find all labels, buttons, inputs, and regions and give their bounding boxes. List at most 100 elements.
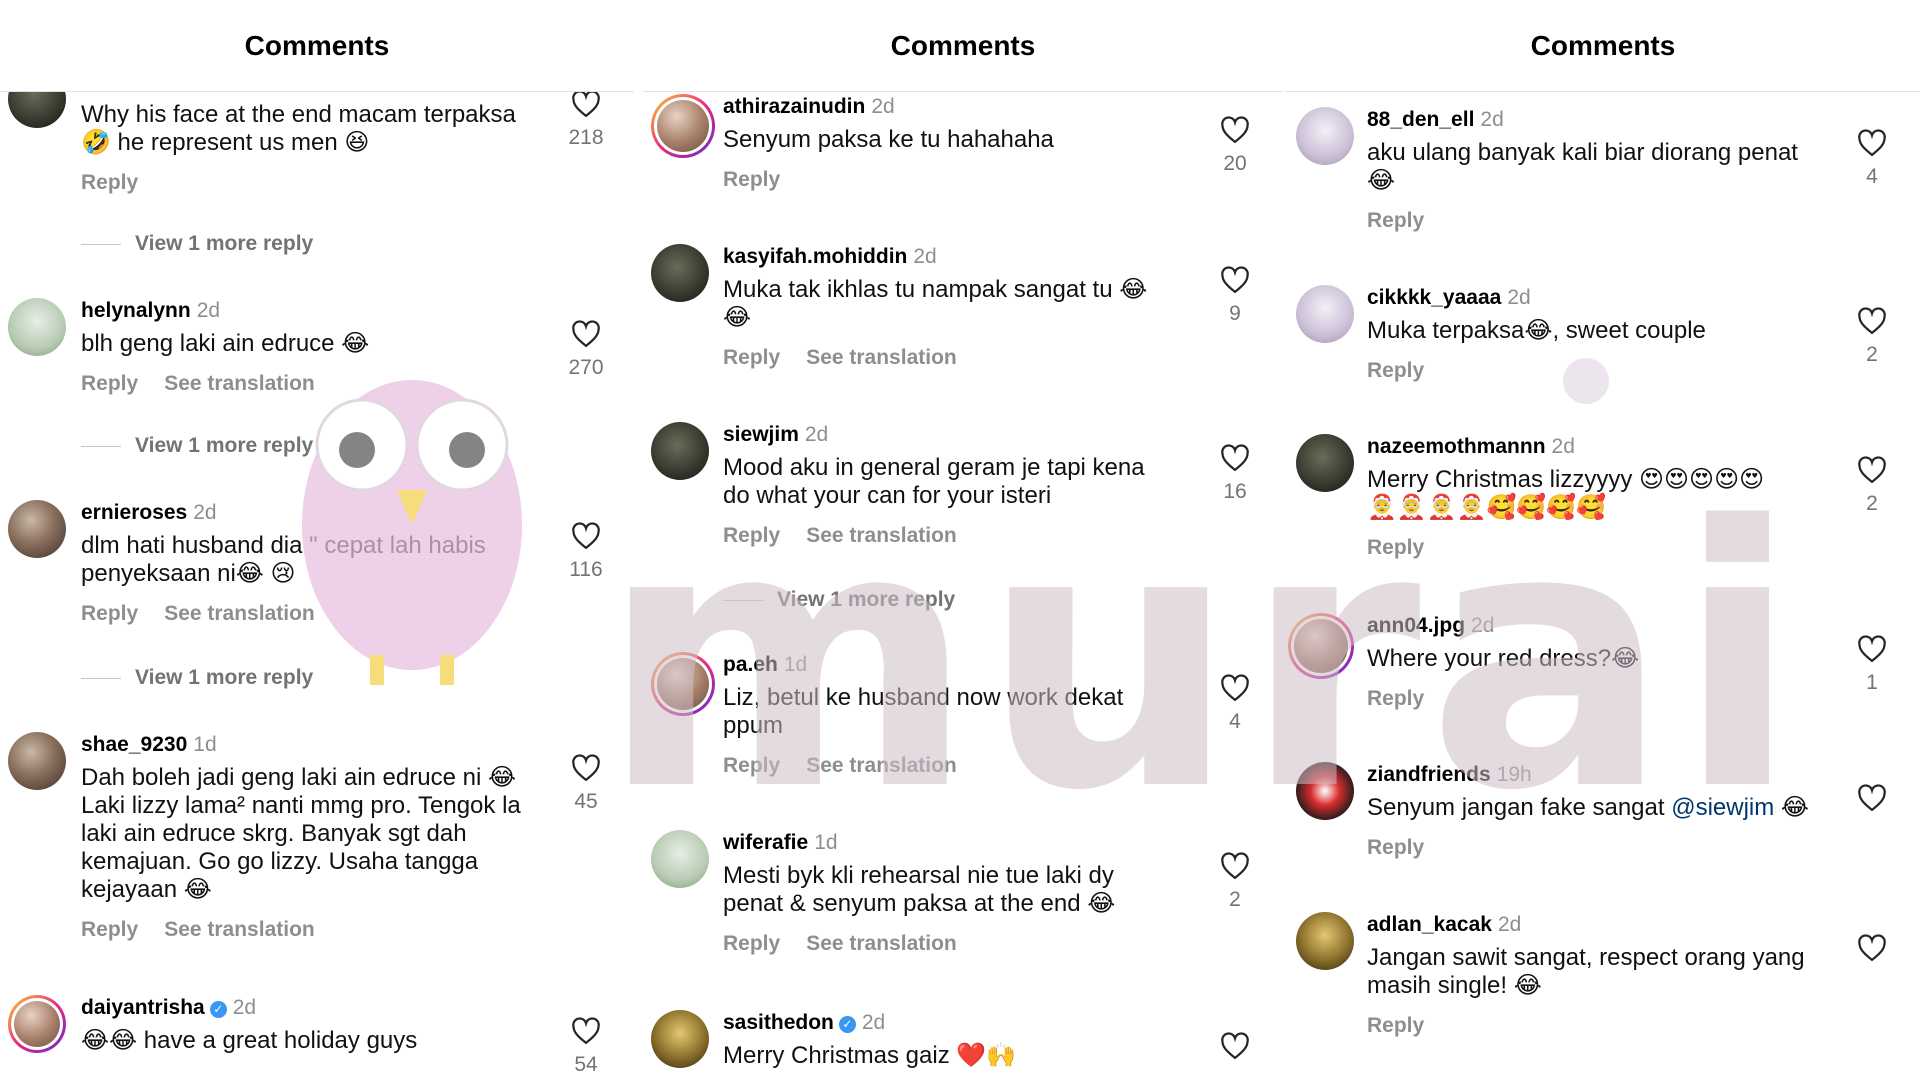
comment-time: 2d [871, 95, 895, 118]
like-control[interactable] [1842, 934, 1902, 970]
reply-button[interactable]: Reply [1367, 1014, 1424, 1037]
heart-icon[interactable] [1857, 934, 1887, 962]
see-translation-button[interactable]: See translation [806, 346, 957, 369]
reply-button[interactable]: Reply [723, 754, 780, 777]
heart-icon[interactable] [571, 90, 601, 118]
username[interactable]: 88_den_ell [1367, 108, 1474, 131]
like-control[interactable]: 4 [1205, 674, 1265, 734]
like-control[interactable]: 2 [1842, 307, 1902, 367]
reply-button[interactable]: Reply [81, 918, 138, 941]
username[interactable]: ernieroses [81, 501, 187, 524]
heart-icon[interactable] [1857, 784, 1887, 812]
reply-button[interactable]: Reply [81, 602, 138, 625]
avatar[interactable] [651, 830, 709, 888]
avatar[interactable] [1296, 912, 1354, 970]
see-translation-button[interactable]: See translation [164, 372, 315, 395]
heart-icon[interactable] [571, 754, 601, 782]
like-control[interactable]: 218 [556, 90, 616, 150]
heart-icon[interactable] [1857, 456, 1887, 484]
like-control[interactable]: 4 [1842, 129, 1902, 189]
avatar[interactable] [651, 94, 715, 158]
reply-button[interactable]: Reply [723, 168, 780, 191]
avatar[interactable] [8, 995, 66, 1053]
avatar[interactable] [1288, 613, 1354, 679]
see-translation-button[interactable]: See translation [806, 754, 957, 777]
reply-button[interactable]: Reply [1367, 687, 1424, 710]
view-more-replies[interactable]: View 1 more reply [81, 232, 313, 256]
comment-text: Mesti byk kli rehearsal nie tue laki dy … [723, 862, 1116, 917]
avatar[interactable] [651, 652, 715, 716]
username[interactable]: nazeemothmannn [1367, 435, 1546, 458]
avatar[interactable] [1296, 434, 1354, 492]
reply-button[interactable]: Reply [723, 524, 780, 547]
heart-icon[interactable] [1220, 1032, 1250, 1060]
reply-button[interactable]: Reply [81, 171, 138, 194]
reply-button[interactable]: Reply [1367, 836, 1424, 859]
view-more-replies[interactable]: View 1 more reply [81, 434, 313, 458]
avatar[interactable] [1296, 107, 1354, 165]
heart-icon[interactable] [1220, 674, 1250, 702]
username[interactable]: cikkkk_yaaaa [1367, 286, 1501, 309]
like-control[interactable]: 20 [1205, 116, 1265, 176]
username[interactable]: siewjim [723, 423, 799, 446]
like-control[interactable]: 2 [1842, 456, 1902, 516]
see-translation-button[interactable]: See translation [164, 918, 315, 941]
username[interactable]: helynalynn [81, 299, 191, 322]
heart-icon[interactable] [1857, 307, 1887, 335]
username[interactable]: wiferafie [723, 831, 808, 854]
reply-button[interactable]: Reply [723, 932, 780, 955]
username[interactable]: ziandfriends [1367, 763, 1491, 786]
heart-icon[interactable] [1220, 444, 1250, 472]
like-control[interactable]: 54 [556, 1017, 616, 1077]
username[interactable]: pa.eh [723, 653, 778, 676]
username[interactable]: sasithedon [723, 1011, 834, 1034]
avatar[interactable] [8, 500, 66, 558]
see-translation-button[interactable]: See translation [164, 602, 315, 625]
heart-icon[interactable] [571, 1017, 601, 1045]
heart-icon[interactable] [1220, 116, 1250, 144]
see-translation-button[interactable]: See translation [806, 932, 957, 955]
heart-icon[interactable] [1220, 852, 1250, 880]
username[interactable]: shae_9230 [81, 733, 187, 756]
avatar[interactable] [1296, 762, 1354, 820]
like-control[interactable] [1205, 1032, 1265, 1068]
like-control[interactable]: 1 [1842, 635, 1902, 695]
comment-text: Merry Christmas gaiz ❤️🙌 [723, 1042, 1017, 1069]
username[interactable]: kasyifah.mohiddin [723, 245, 907, 268]
avatar[interactable] [651, 1010, 709, 1068]
avatar[interactable] [8, 732, 66, 790]
avatar[interactable] [651, 422, 709, 480]
reply-button[interactable]: Reply [1367, 209, 1424, 232]
reply-button[interactable]: Reply [81, 372, 138, 395]
view-more-replies[interactable]: View 1 more reply [723, 588, 955, 612]
like-control[interactable]: 9 [1205, 266, 1265, 326]
comment-time: 19h [1496, 763, 1532, 786]
reply-button[interactable]: Reply [1367, 536, 1424, 559]
comment-time: 2d [232, 996, 257, 1019]
username[interactable]: daiyantrisha [81, 996, 205, 1019]
heart-icon[interactable] [1857, 635, 1887, 663]
avatar[interactable] [8, 298, 66, 356]
see-translation-button[interactable]: See translation [806, 524, 957, 547]
heart-icon[interactable] [1220, 266, 1250, 294]
comment-text: Liz, betul ke husband now work dekat ppu… [723, 684, 1124, 739]
like-count: 54 [574, 1053, 598, 1076]
like-control[interactable]: 2 [1205, 852, 1265, 912]
like-control[interactable] [1842, 784, 1902, 820]
like-control[interactable]: 270 [556, 320, 616, 380]
reply-button[interactable]: Reply [1367, 359, 1424, 382]
username[interactable]: adlan_kacak [1367, 913, 1492, 936]
heart-icon[interactable] [571, 320, 601, 348]
mention-link[interactable]: @siewjim [1671, 794, 1774, 821]
heart-icon[interactable] [571, 522, 601, 550]
like-control[interactable]: 45 [556, 754, 616, 814]
like-control[interactable]: 116 [556, 522, 616, 582]
heart-icon[interactable] [1857, 129, 1887, 157]
reply-button[interactable]: Reply [723, 346, 780, 369]
avatar[interactable] [1296, 285, 1354, 343]
like-control[interactable]: 16 [1205, 444, 1265, 504]
username[interactable]: ann04.jpg [1367, 614, 1465, 637]
view-more-replies[interactable]: View 1 more reply [81, 666, 313, 690]
username[interactable]: athirazainudin [723, 95, 865, 118]
avatar[interactable] [651, 244, 709, 302]
